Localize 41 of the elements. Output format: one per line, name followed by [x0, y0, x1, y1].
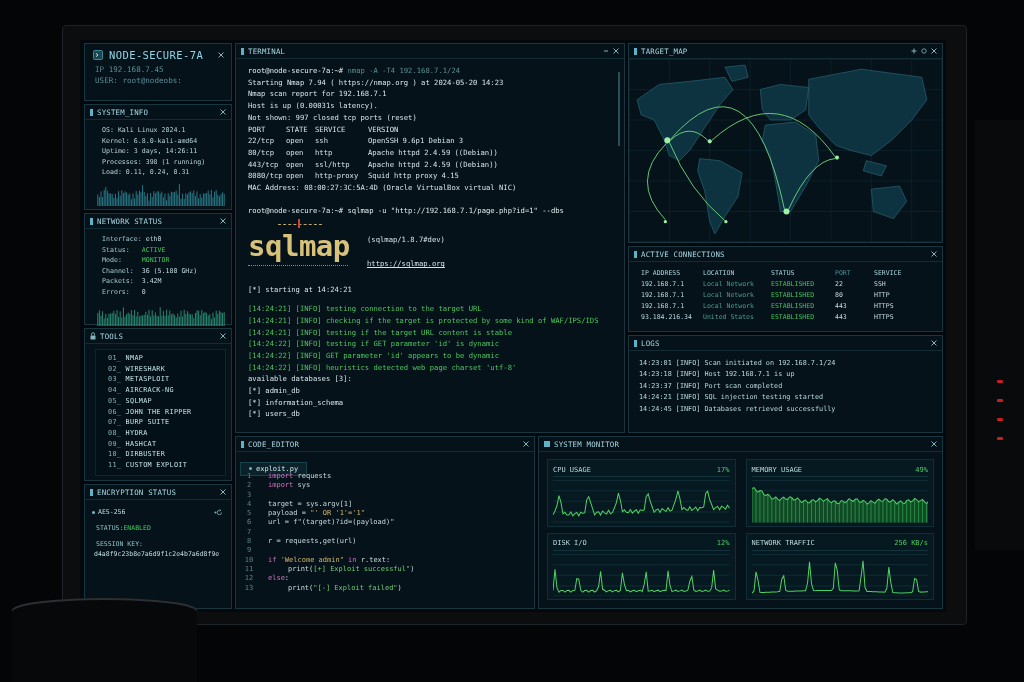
bar-icon	[241, 47, 244, 55]
minimize-icon[interactable]	[603, 48, 609, 54]
close-icon[interactable]	[220, 333, 226, 339]
bar-icon	[90, 217, 93, 225]
bar-icon	[241, 440, 244, 448]
sqlmap-logo: sqlmap	[248, 218, 354, 279]
location-dot-icon	[707, 139, 712, 144]
close-icon[interactable]	[931, 441, 937, 447]
refresh-icon[interactable]	[214, 508, 223, 516]
lock-icon	[90, 332, 96, 340]
close-icon[interactable]	[220, 489, 226, 495]
bar-icon	[634, 339, 637, 347]
dot-icon	[249, 467, 252, 470]
indicator-light-icon	[996, 437, 1003, 440]
close-icon[interactable]	[613, 48, 619, 54]
location-dot-icon	[834, 155, 839, 160]
location-dot-icon	[664, 137, 671, 144]
close-icon[interactable]	[931, 251, 937, 257]
circle-icon[interactable]	[921, 48, 927, 54]
square-icon	[544, 441, 550, 447]
close-icon[interactable]	[523, 441, 529, 447]
location-dot-icon	[663, 220, 667, 224]
indicator-light-icon	[996, 418, 1003, 421]
indicator-light-icon	[996, 380, 1003, 383]
bar-icon	[90, 108, 93, 116]
scrollbar-thumb[interactable]	[618, 72, 620, 146]
indicator-light-icon	[996, 399, 1003, 402]
bar-icon	[634, 47, 637, 55]
close-icon[interactable]	[220, 218, 226, 224]
close-icon[interactable]	[931, 340, 937, 346]
plus-icon[interactable]	[911, 48, 917, 54]
close-icon[interactable]	[931, 48, 937, 54]
host-name: NODE-SECURE-7A	[109, 49, 204, 61]
close-icon[interactable]	[220, 109, 226, 115]
close-icon[interactable]	[218, 52, 224, 58]
bar-icon	[90, 488, 93, 496]
location-dot-icon	[783, 208, 790, 215]
bullet-icon	[92, 510, 95, 514]
terminal-icon	[93, 50, 103, 60]
bar-icon	[634, 250, 637, 258]
location-dot-icon	[724, 220, 728, 224]
